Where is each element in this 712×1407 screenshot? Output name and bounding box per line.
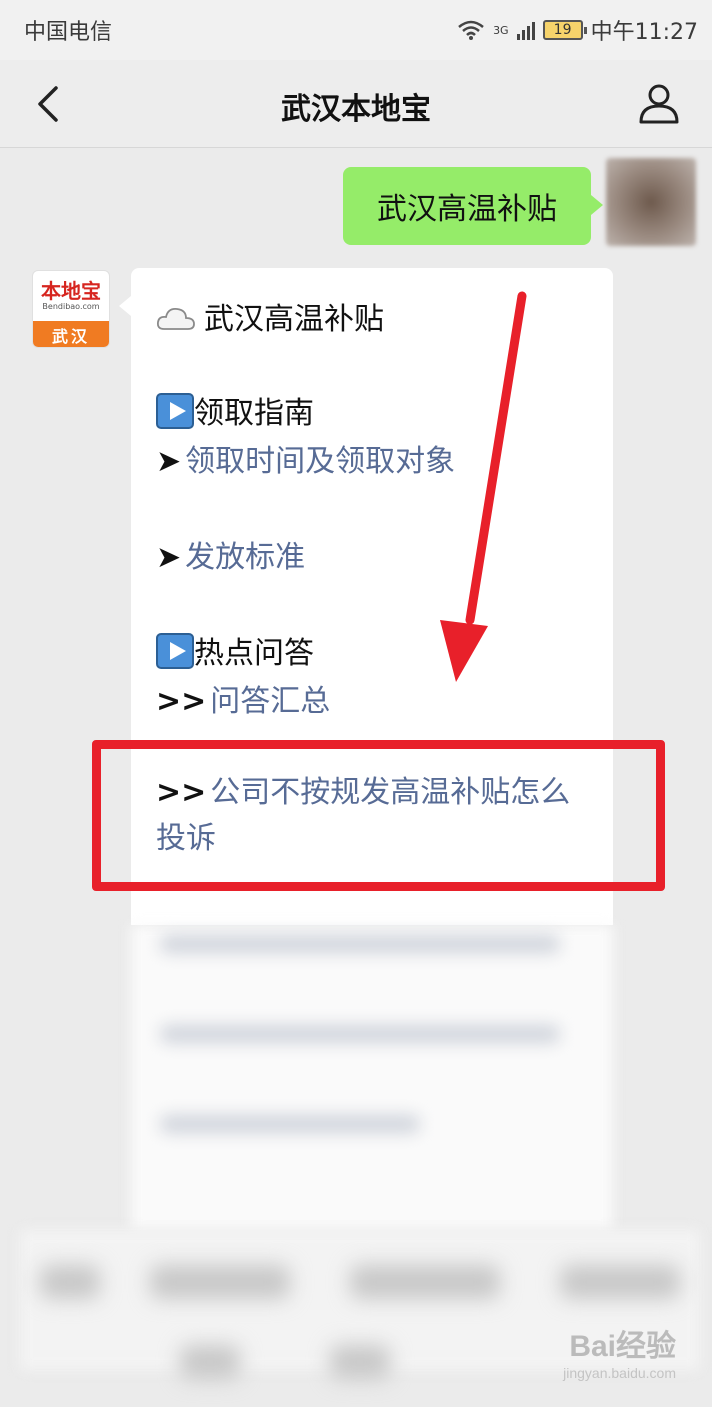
bot-logo-url: Bendibao.com xyxy=(42,302,100,311)
bot-avatar[interactable]: 本地宝 Bendibao.com 武汉 xyxy=(32,270,110,348)
section-faq: 热点问答 xyxy=(156,628,314,672)
reply-title: 武汉高温补贴 xyxy=(204,302,384,337)
link-time-target[interactable]: ➤ 领取时间及领取对象 xyxy=(156,436,455,480)
section-faq-label: 热点问答 xyxy=(194,636,314,671)
my-message-bubble[interactable]: 武汉高温补贴 xyxy=(343,167,603,245)
baidu-jingyan-watermark: Bai经验 jingyan.baidu.com xyxy=(563,1321,676,1381)
blurred-menu-item xyxy=(560,1265,680,1299)
blurred-menu-item xyxy=(150,1265,290,1299)
link-time-target-label: 领取时间及领取对象 xyxy=(185,444,456,479)
link-faq-summary[interactable]: >> 问答汇总 xyxy=(156,676,330,720)
battery-icon: 19 xyxy=(542,20,587,40)
annotation-highlight-box xyxy=(92,740,665,891)
clock: 中午11:27 xyxy=(590,20,698,45)
blurred-menu-item xyxy=(180,1345,240,1379)
my-message-text: 武汉高温补贴 xyxy=(377,192,557,227)
carrier-label: 中国电信 xyxy=(24,20,113,45)
blurred-menu-item xyxy=(350,1265,500,1299)
section-guide-label: 领取指南 xyxy=(194,396,314,431)
play-icon xyxy=(156,393,194,429)
battery-level: 19 xyxy=(553,22,572,38)
link-faq-summary-label: 问答汇总 xyxy=(210,684,331,719)
watermark-brand: Bai经验 xyxy=(569,1330,676,1363)
my-avatar[interactable] xyxy=(606,158,696,246)
bot-logo-text: 本地宝 xyxy=(41,279,101,303)
double-arrow-bullet: >> xyxy=(156,684,207,719)
blurred-menu-item xyxy=(40,1265,100,1299)
signal-icon xyxy=(516,20,535,40)
section-guide: 领取指南 xyxy=(156,388,314,432)
network-type: 3G xyxy=(493,23,509,37)
bot-logo-city: 武汉 xyxy=(33,321,109,347)
link-standard-label: 发放标准 xyxy=(185,540,306,575)
nav-bar: 武汉本地宝 xyxy=(0,60,712,148)
blurred-text xyxy=(160,1025,560,1043)
cloud-icon xyxy=(156,308,195,330)
reply-title-row: 武汉高温补贴 xyxy=(156,294,384,338)
blurred-text xyxy=(160,935,560,953)
arrow-bullet-icon: ➤ xyxy=(156,540,182,575)
annotation-arrow-icon xyxy=(440,291,527,682)
person-icon[interactable] xyxy=(636,80,682,126)
blurred-bubble xyxy=(131,925,613,1230)
blurred-text xyxy=(160,1115,420,1133)
status-indicators: 3G 19 中午11:27 xyxy=(457,14,698,46)
page-title: 武汉本地宝 xyxy=(281,92,431,127)
play-icon xyxy=(156,633,194,669)
status-bar: 中国电信 3G 19 中午11:27 xyxy=(0,0,712,60)
blurred-menu-item xyxy=(330,1345,390,1379)
wifi-icon xyxy=(458,20,484,40)
watermark-url: jingyan.baidu.com xyxy=(563,1365,676,1381)
link-standard[interactable]: ➤ 发放标准 xyxy=(156,532,305,576)
arrow-bullet-icon: ➤ xyxy=(156,444,182,479)
